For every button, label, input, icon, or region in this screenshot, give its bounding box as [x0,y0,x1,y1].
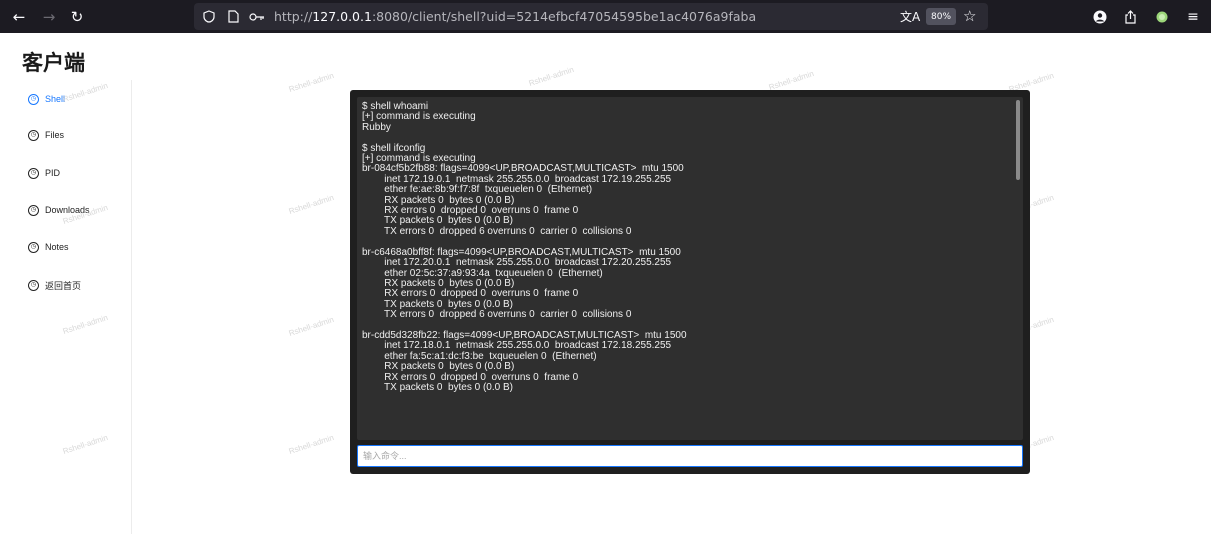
share-icon[interactable] [1121,8,1139,26]
page-icon[interactable] [224,8,242,26]
clock-icon: ◷ [28,93,39,105]
clock-icon: ◷ [28,279,39,291]
page-title: 客户端 [22,51,85,75]
shield-icon[interactable] [200,8,218,26]
terminal-line: inet 172.20.0.1 netmask 255.255.0.0 broa… [362,257,672,269]
watermark: Rshell-admin [767,69,815,92]
watermark: Rshell-admin [527,65,575,88]
translate-icon[interactable]: 文A [900,8,920,25]
sidebar-item-label: Files [45,130,65,140]
sidebar-item-pid[interactable]: ◷ PID [28,165,60,181]
sidebar-item-notes[interactable]: ◷ Notes [28,239,69,255]
clock-icon: ◷ [28,204,39,216]
watermark: Rshell-admin [287,315,335,338]
url-text[interactable]: http://127.0.0.1:8080/client/shell?uid=5… [274,9,756,24]
bookmark-star-icon[interactable]: ☆ [963,7,976,25]
sidebar-item-files[interactable]: ◷ Files [28,127,64,143]
sidebar-item-home[interactable]: ◷ 返回首页 [28,277,81,293]
sidebar-item-label: Notes [45,242,69,252]
account-icon[interactable] [1091,8,1109,26]
permissions-key-icon[interactable] [248,8,266,26]
terminal-output-text: $ shell whoami [+] command is executing Ru… [362,101,1018,393]
watermark: Rshell-admin [287,71,335,94]
terminal-line: RX packets 0 bytes 0 (0.0 B) [362,361,515,373]
clock-icon: ◷ [28,241,39,253]
sidebar: ◷ Shell ◷ Files ◷ PID ◷ Downloads ◷ Notes ◷ 返回… [0,80,132,534]
sidebar-item-label: 返回首页 [45,280,82,291]
command-input[interactable] [357,445,1023,467]
zoom-level-badge[interactable]: 80% [926,8,957,25]
terminal-line: TX packets 0 bytes 0 (0.0 B) [362,381,513,393]
watermark: Rshell-admin [287,433,335,456]
terminal-line: [+] command is executing [362,111,476,123]
sidebar-item-label: PID [45,168,61,178]
terminal-line: TX errors 0 dropped 6 overruns 0 carrier… [362,309,632,321]
extension-icon[interactable] [1153,8,1171,26]
back-arrow-icon[interactable]: ← [8,6,30,28]
terminal-output[interactable]: $ shell whoami [+] command is executing Ru… [357,97,1023,440]
url-bar[interactable]: http://127.0.0.1:8080/client/shell?uid=5… [194,3,988,30]
terminal-line: Rubby [362,121,391,133]
clock-icon: ◷ [28,129,39,141]
terminal-panel: $ shell whoami [+] command is executing Ru… [350,90,1030,474]
sidebar-item-shell[interactable]: ◷ Shell [28,91,65,107]
terminal-scrollbar[interactable] [1016,100,1020,180]
reload-icon[interactable]: ↻ [66,6,88,28]
menu-icon[interactable]: ≡ [1184,8,1202,26]
clock-icon: ◷ [28,167,39,179]
forward-arrow-icon[interactable]: → [38,6,60,28]
browser-toolbar: ← → ↻ http://127.0.0.1:8080/client/shell… [0,0,1211,33]
terminal-line: TX errors 0 dropped 6 overruns 0 carrier… [362,225,632,237]
watermark: Rshell-admin [287,193,335,216]
